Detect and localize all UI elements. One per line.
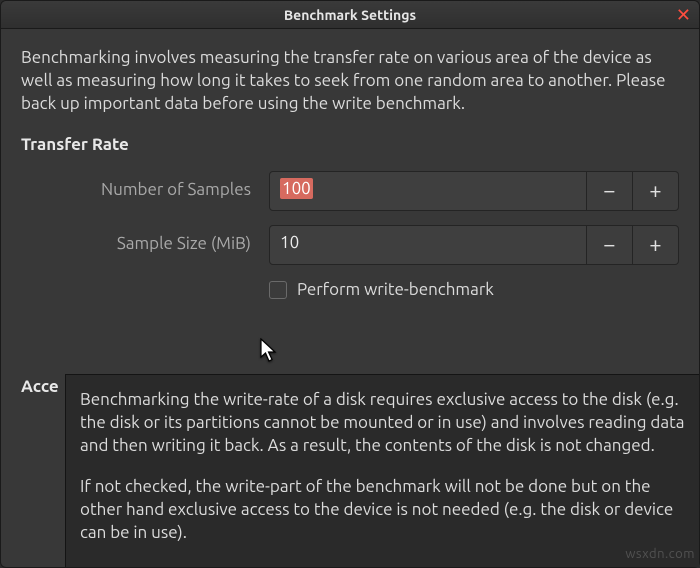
size-decrement-button[interactable]: − (587, 225, 633, 265)
label-number-of-samples: Number of Samples (21, 179, 269, 202)
window-title: Benchmark Settings (284, 7, 416, 23)
titlebar: Benchmark Settings ✕ (1, 1, 699, 29)
samples-decrement-button[interactable]: − (587, 171, 633, 211)
size-increment-button[interactable]: + (633, 225, 679, 265)
section-heading-access-time-cut: Acce (21, 377, 59, 396)
perform-write-benchmark-checkbox[interactable] (269, 281, 287, 299)
mouse-cursor-icon (260, 338, 278, 368)
tooltip-paragraph-2: If not checked, the write-part of the be… (80, 476, 695, 545)
label-sample-size: Sample Size (MiB) (21, 233, 269, 256)
description-text: Benchmarking involves measuring the tran… (21, 47, 679, 116)
close-icon[interactable]: ✕ (676, 3, 691, 27)
tooltip-write-benchmark: Benchmarking the write-rate of a disk re… (65, 374, 699, 567)
sample-size-input[interactable]: 10 (269, 225, 587, 265)
row-number-of-samples: Number of Samples 100 − + (21, 171, 679, 211)
sample-size-stepper: 10 − + (269, 225, 679, 265)
number-of-samples-value: 100 (280, 178, 313, 199)
number-of-samples-input[interactable]: 100 (269, 171, 587, 211)
samples-increment-button[interactable]: + (633, 171, 679, 211)
perform-write-benchmark-label: Perform write-benchmark (297, 279, 494, 302)
number-of-samples-stepper: 100 − + (269, 171, 679, 211)
dialog-window: Benchmark Settings ✕ Benchmarking involv… (0, 0, 700, 568)
dialog-content: Benchmarking involves measuring the tran… (1, 29, 699, 302)
row-write-benchmark: Perform write-benchmark (269, 279, 679, 302)
tooltip-paragraph-1: Benchmarking the write-rate of a disk re… (80, 389, 695, 458)
section-heading-transfer-rate: Transfer Rate (21, 134, 679, 157)
row-sample-size: Sample Size (MiB) 10 − + (21, 225, 679, 265)
sample-size-value: 10 (280, 233, 299, 252)
